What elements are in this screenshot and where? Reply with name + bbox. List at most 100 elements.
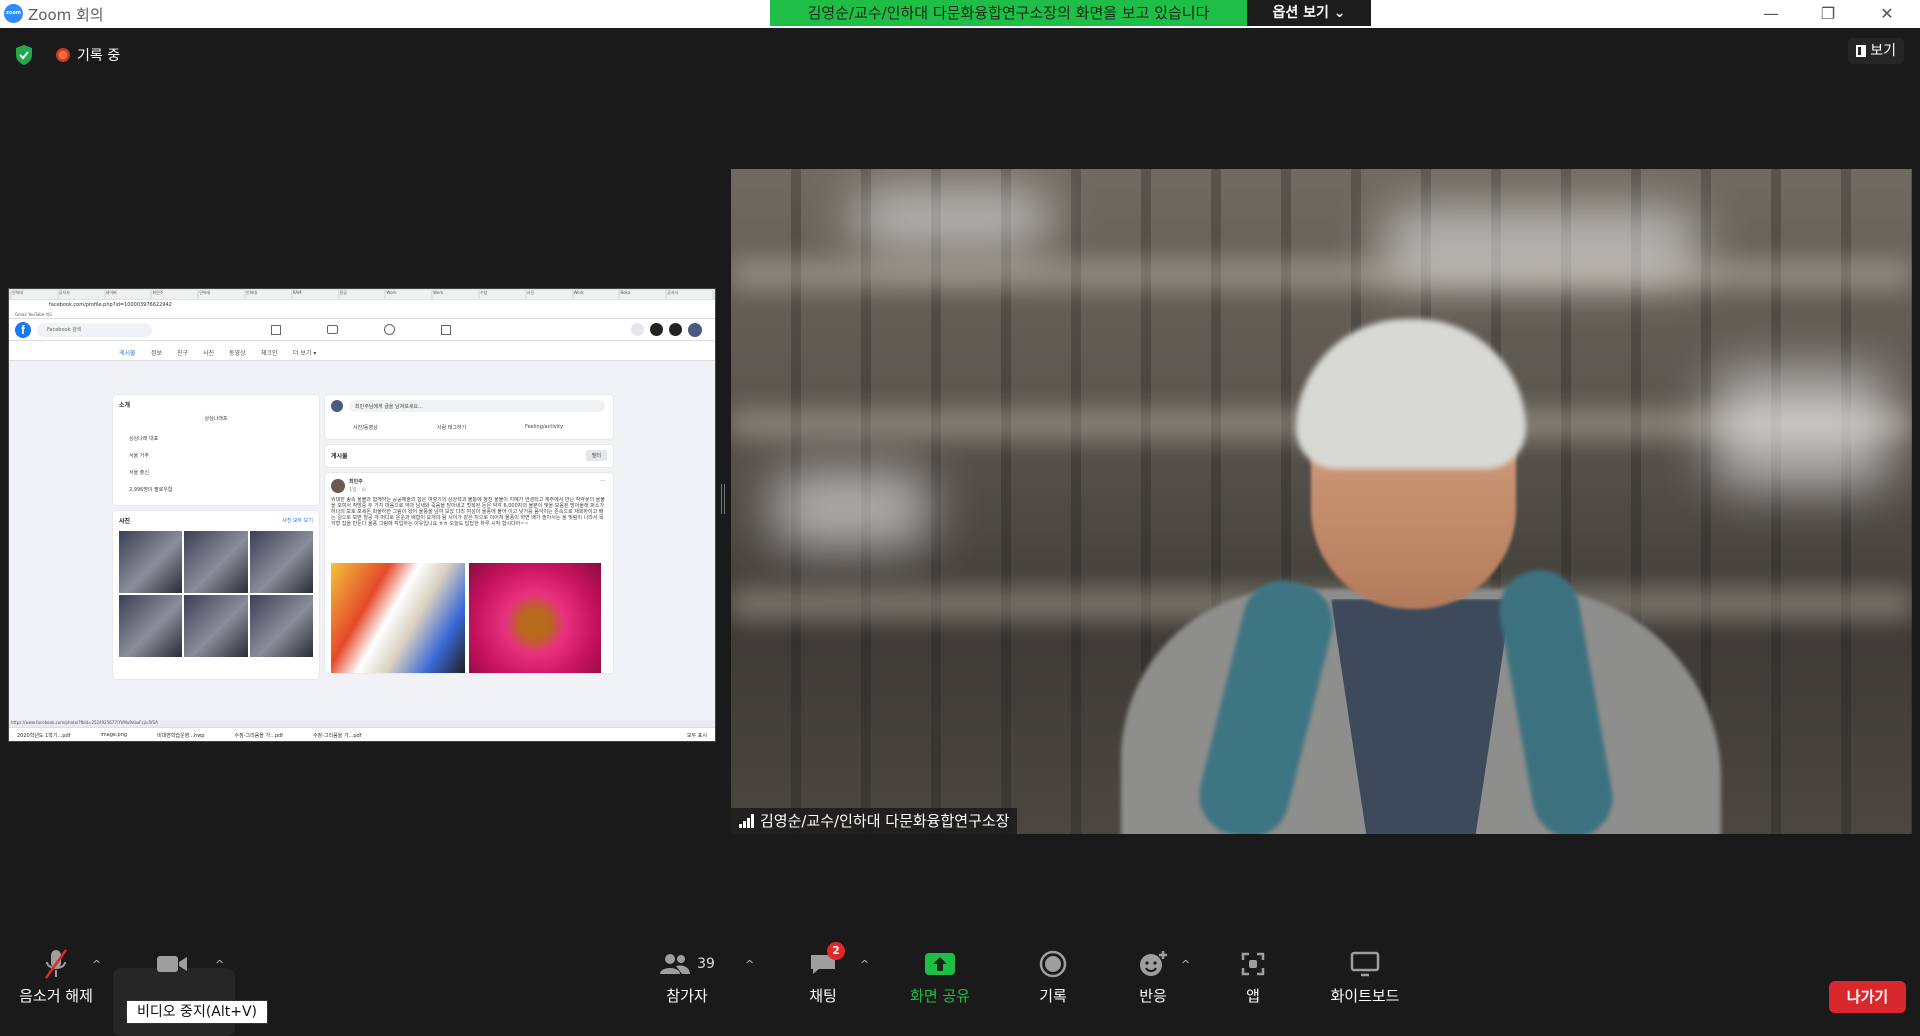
intro-item: 2,996명이 팔로우함 (129, 487, 173, 493)
record-label: 기록 (1039, 987, 1067, 1005)
profile-tab-friends[interactable]: 친구 (177, 348, 188, 357)
chat-options-caret[interactable]: ^ (860, 958, 869, 971)
menu-grid-icon[interactable] (631, 323, 644, 336)
post-author[interactable]: 최민주 (349, 478, 363, 485)
composer-feeling-button[interactable]: Feeling/activity (525, 424, 563, 430)
reactions-options-caret[interactable]: ^ (1181, 958, 1190, 971)
audio-options-caret[interactable]: ^ (92, 958, 101, 971)
photo-thumbnail[interactable] (119, 595, 183, 657)
record-icon (1039, 950, 1067, 978)
stop-video-button[interactable] (140, 944, 204, 984)
video-background (1711, 369, 1891, 489)
whiteboard-icon (1350, 951, 1380, 977)
leave-meeting-button[interactable]: 나가기 (1829, 981, 1906, 1013)
browser-tab[interactable]: 전공 (339, 290, 385, 299)
download-item[interactable]: image.png (100, 732, 127, 738)
watch-icon[interactable] (327, 325, 338, 334)
reactions-button[interactable]: 반응 (1127, 944, 1179, 1006)
post-image[interactable] (469, 563, 601, 673)
share-screen-label: 화면 공유 (910, 987, 970, 1005)
download-item[interactable]: 비대면학습운영...hwp (157, 732, 204, 739)
participants-count: 39 (697, 956, 715, 972)
browser-bookmarks-bar[interactable]: Gmail YouTube 지도 (9, 311, 715, 319)
photo-thumbnail[interactable] (249, 531, 313, 593)
notifications-icon[interactable] (669, 323, 682, 336)
share-screen-button[interactable]: 화면 공유 (902, 944, 978, 1006)
whiteboard-label: 화이트보드 (1330, 987, 1400, 1005)
groups-icon[interactable] (384, 324, 395, 335)
see-all-photos-link[interactable]: 사진 모두 보기 (282, 517, 313, 524)
download-item[interactable]: 2020학년도 1학기...pdf (17, 732, 70, 739)
apps-icon (1241, 952, 1265, 976)
profile-tab-about[interactable]: 정보 (151, 348, 162, 357)
participants-options-caret[interactable]: ^ (745, 958, 754, 971)
view-button[interactable]: 보기 (1848, 38, 1904, 64)
profile-tab-checkins[interactable]: 체크인 (261, 348, 278, 357)
post-image[interactable] (331, 563, 465, 673)
download-item[interactable]: 수정-그리움을 가...pdf (313, 732, 361, 739)
photo-thumbnail[interactable] (184, 531, 248, 593)
post-more-icon[interactable]: ··· (600, 478, 605, 484)
photo-grid (119, 531, 313, 657)
avatar[interactable] (688, 323, 702, 337)
participant-video[interactable]: 김영순/교수/인하대 다문화융합연구소장 (731, 169, 1912, 834)
profile-tab-posts[interactable]: 게시물 (119, 348, 136, 357)
participant-name-label: 김영순/교수/인하대 다문화융합연구소장 (731, 808, 1018, 834)
unmute-label: 음소거 해제 (19, 987, 93, 1005)
record-button[interactable]: 기록 (1028, 944, 1078, 1006)
minimize-button[interactable]: — (1756, 3, 1786, 25)
close-button[interactable]: ✕ (1872, 3, 1902, 25)
apps-label: 앱 (1246, 987, 1260, 1005)
facebook-logo-icon[interactable]: f (15, 322, 31, 338)
video-options-caret[interactable]: ^ (215, 958, 224, 971)
photo-thumbnail[interactable] (249, 595, 313, 657)
view-button-label: 보기 (1870, 43, 1896, 59)
browser-tab[interactable]: Boku (620, 290, 666, 299)
composer-tag-button[interactable]: 사람 태그하기 (437, 424, 466, 431)
post-card: 최민주 1일 · ⊙ ··· 위대한 종족 울불과 함께하는 공공예술의 힘은 … (325, 473, 613, 673)
shield-check-icon[interactable] (14, 44, 34, 66)
browser-tab[interactable]: RAM (292, 290, 338, 299)
profile-tab-videos[interactable]: 동영상 (229, 348, 246, 357)
panel-splitter-handle[interactable] (721, 484, 725, 514)
restore-button[interactable]: ❐ (1813, 3, 1843, 25)
shared-screen-view[interactable]: 인하대 공지사 네이버 최민주 인하대 인하대 RAM 전공 Work Work… (8, 288, 716, 742)
participants-button[interactable]: 39 참가자 (657, 944, 717, 1006)
video-background (771, 469, 931, 549)
profile-tab-photos[interactable]: 사진 (203, 348, 214, 357)
browser-tab[interactable]: 공지사 (58, 290, 104, 299)
gaming-icon[interactable] (441, 325, 451, 335)
video-background (1381, 209, 1701, 279)
facebook-search-input[interactable]: Facebook 검색 (37, 323, 152, 337)
recording-indicator[interactable]: 기록 중 (56, 45, 120, 65)
profile-tab-more[interactable]: 더 보기 ▾ (293, 348, 316, 357)
photo-thumbnail[interactable] (184, 595, 248, 657)
messenger-icon[interactable] (650, 323, 663, 336)
browser-tab[interactable]: 네이버 (105, 290, 151, 299)
browser-tab[interactable]: 사진 (526, 290, 572, 299)
browser-tab[interactable]: 공지사 (667, 290, 712, 299)
show-all-downloads-button[interactable]: 모두 표시 (687, 732, 707, 739)
browser-address-bar[interactable]: facebook.com/profile.php?id=100003976622… (9, 300, 715, 311)
browser-tab[interactable]: 최민주 (152, 290, 198, 299)
browser-tab[interactable]: 수업 (479, 290, 525, 299)
filter-button[interactable]: 필터 (585, 450, 607, 461)
unmute-button[interactable]: 음소거 해제 (14, 944, 98, 1006)
download-item[interactable]: 수정-그리움을 가...pdf (234, 732, 282, 739)
share-screen-icon (925, 953, 955, 975)
browser-tab[interactable]: 인하대 (12, 290, 57, 299)
home-icon[interactable] (271, 325, 281, 335)
browser-tab[interactable]: 인하대 (199, 290, 244, 299)
browser-tab[interactable]: 인하대 (245, 290, 291, 299)
composer-input[interactable]: 최민주님에게 글을 남겨보세요... (349, 400, 605, 412)
browser-tab[interactable]: Work (433, 290, 478, 299)
apps-button[interactable]: 앱 (1236, 944, 1270, 1006)
browser-tab[interactable]: Work (386, 290, 432, 299)
browser-tab[interactable]: Work (573, 290, 619, 299)
view-options-button[interactable]: 옵션 보기 ⌄ (1247, 0, 1371, 26)
composer-photo-button[interactable]: 사진/동영상 (353, 424, 378, 431)
photo-thumbnail[interactable] (119, 531, 183, 593)
record-dot-icon (56, 48, 70, 62)
browser-status-url: https://www.facebook.com/photo/?fbid=252… (9, 720, 715, 727)
whiteboard-button[interactable]: 화이트보드 (1326, 944, 1404, 1006)
